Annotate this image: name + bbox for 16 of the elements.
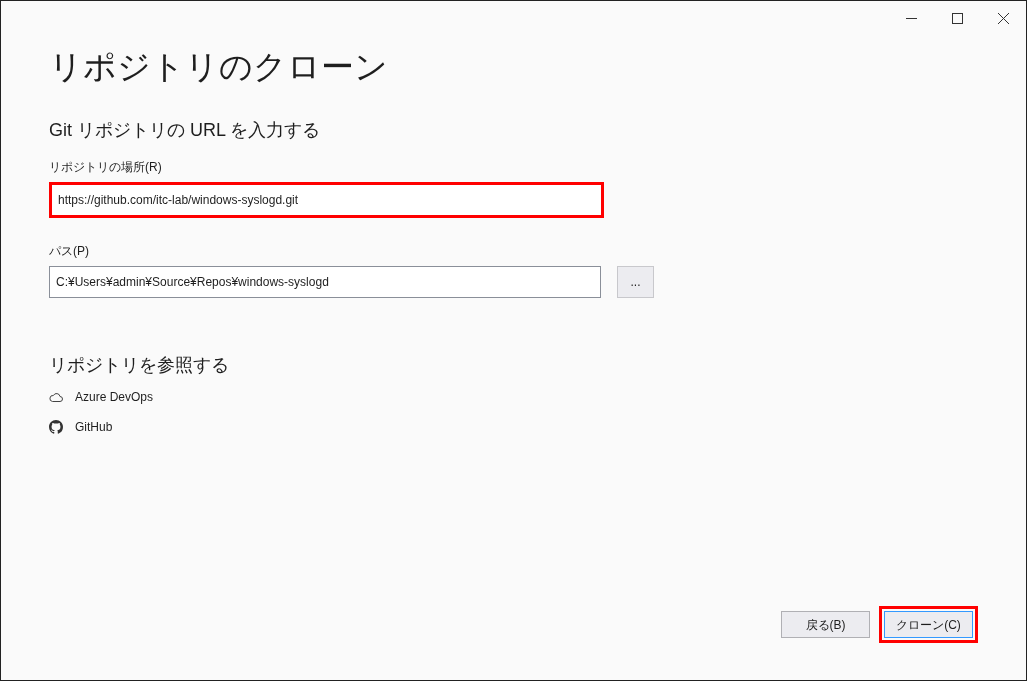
field-label: パス(P) <box>49 243 89 260</box>
github-icon <box>49 420 63 434</box>
section-heading: リポジトリを参照する <box>49 354 229 377</box>
dialog-title: リポジトリのクローン <box>49 47 388 87</box>
dialog-button[interactable]: 戻る(B) <box>781 611 870 638</box>
repository-source-link[interactable]: GitHub <box>75 418 113 436</box>
dialog-button[interactable]: クローン(C) <box>884 611 973 638</box>
close-icon[interactable] <box>997 12 1009 24</box>
maximize-icon[interactable] <box>951 12 963 24</box>
section-heading: Git リポジトリの URL を入力する <box>49 119 321 142</box>
repository-location-field[interactable]: https://github.com/itc-lab/windows-syslogd.git <box>49 182 604 218</box>
path-field[interactable]: C:¥Users¥admin¥Source¥Repos¥windows-syslogd <box>49 266 601 298</box>
repository-source-link[interactable]: Azure DevOps <box>75 388 154 406</box>
field-label: リポジトリの場所(R) <box>49 159 162 176</box>
browse-button[interactable]: ... <box>617 266 654 298</box>
cloud-icon <box>49 392 63 402</box>
